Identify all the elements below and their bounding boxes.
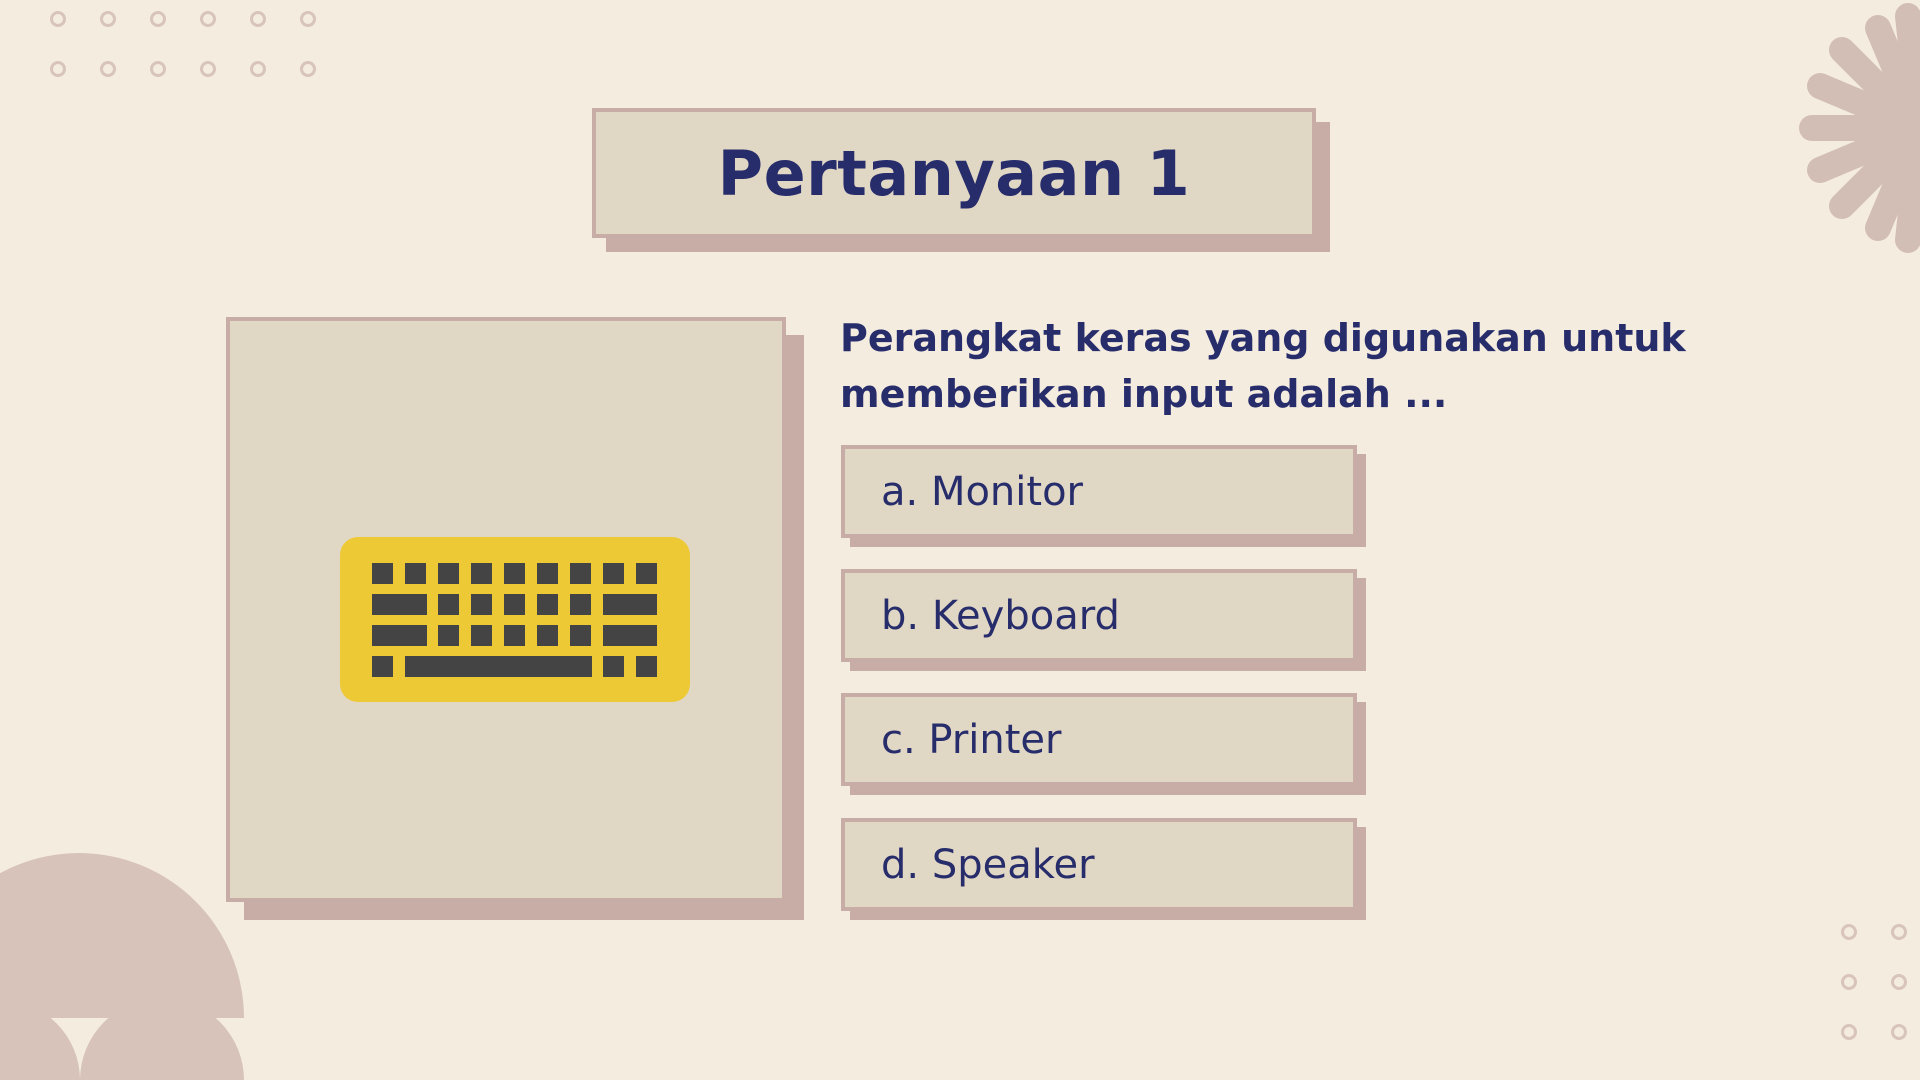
option-a-label: a. Monitor [881, 468, 1083, 515]
semicircle-decoration [0, 853, 244, 1080]
option-d-label: d. Speaker [881, 841, 1095, 888]
keyboard-icon [340, 537, 690, 702]
option-d-button[interactable]: d. Speaker [841, 818, 1357, 911]
option-c-label: c. Printer [881, 716, 1062, 763]
question-text: Perangkat keras yang digunakan untuk mem… [840, 316, 1686, 416]
question-title: Pertanyaan 1 [717, 136, 1191, 210]
title-card: Pertanyaan 1 [592, 108, 1316, 238]
option-c-button[interactable]: c. Printer [841, 693, 1357, 786]
option-b-button[interactable]: b. Keyboard [841, 569, 1357, 662]
option-a-button[interactable]: a. Monitor [841, 445, 1357, 538]
flower-decoration [1799, 3, 1920, 253]
option-b-label: b. Keyboard [881, 592, 1120, 639]
